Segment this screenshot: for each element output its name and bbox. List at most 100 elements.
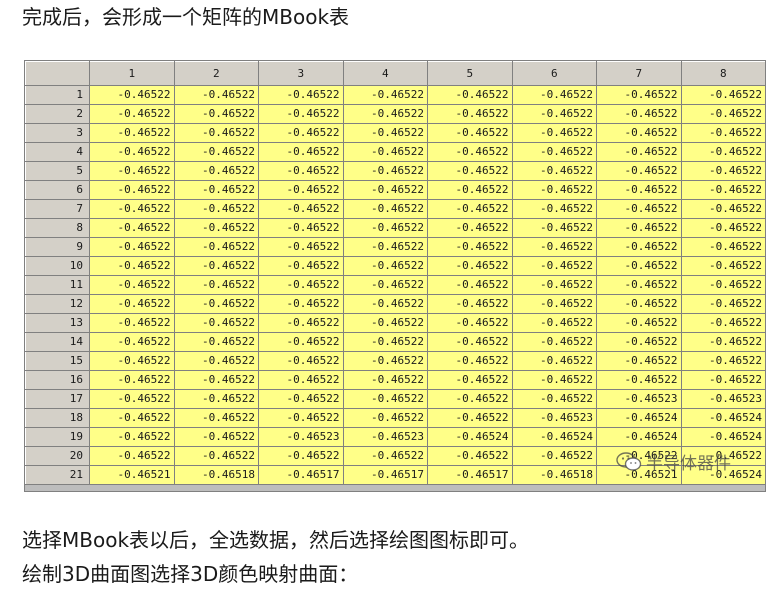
matrix-cell[interactable]: -0.46522: [596, 123, 682, 143]
matrix-cell[interactable]: -0.46522: [680, 218, 765, 238]
matrix-cell[interactable]: -0.46522: [427, 275, 513, 295]
matrix-cell[interactable]: -0.46522: [342, 199, 428, 219]
matrix-cell[interactable]: -0.46522: [427, 218, 513, 238]
matrix-cell[interactable]: -0.46522: [173, 256, 259, 276]
matrix-cell[interactable]: -0.46522: [427, 446, 513, 466]
matrix-cell[interactable]: -0.46522: [89, 123, 175, 143]
matrix-cell[interactable]: -0.46522: [596, 446, 682, 466]
matrix-cell[interactable]: -0.46522: [342, 389, 428, 409]
matrix-cell[interactable]: -0.46522: [173, 294, 259, 314]
matrix-cell[interactable]: -0.46517: [427, 465, 513, 485]
matrix-cell[interactable]: -0.46522: [89, 427, 175, 447]
matrix-cell[interactable]: -0.46522: [89, 161, 175, 181]
matrix-cell[interactable]: -0.46522: [511, 237, 597, 257]
column-header-8[interactable]: 8: [680, 61, 765, 86]
matrix-cell[interactable]: -0.46522: [173, 313, 259, 333]
matrix-cell[interactable]: -0.46522: [680, 332, 765, 352]
matrix-cell[interactable]: -0.46522: [596, 218, 682, 238]
matrix-cell[interactable]: -0.46522: [89, 389, 175, 409]
matrix-cell[interactable]: -0.46524: [427, 427, 513, 447]
matrix-cell[interactable]: -0.46517: [342, 465, 428, 485]
matrix-cell[interactable]: -0.46522: [173, 408, 259, 428]
matrix-cell[interactable]: -0.46522: [427, 161, 513, 181]
matrix-cell[interactable]: -0.46522: [258, 199, 344, 219]
matrix-cell[interactable]: -0.46521: [596, 465, 682, 485]
matrix-cell[interactable]: -0.46524: [511, 427, 597, 447]
matrix-cell[interactable]: -0.46522: [89, 370, 175, 390]
matrix-cell[interactable]: -0.46522: [511, 123, 597, 143]
matrix-cell[interactable]: -0.46522: [680, 237, 765, 257]
matrix-cell[interactable]: -0.46522: [258, 218, 344, 238]
matrix-cell[interactable]: -0.46522: [258, 275, 344, 295]
matrix-cell[interactable]: -0.46518: [511, 465, 597, 485]
matrix-cell[interactable]: -0.46522: [680, 313, 765, 333]
matrix-cell[interactable]: -0.46522: [258, 237, 344, 257]
matrix-cell[interactable]: -0.46522: [596, 85, 682, 105]
matrix-cell[interactable]: -0.46522: [511, 389, 597, 409]
matrix-cell[interactable]: -0.46522: [173, 237, 259, 257]
row-header[interactable]: 13: [25, 313, 90, 333]
matrix-cell[interactable]: -0.46522: [680, 161, 765, 181]
matrix-cell[interactable]: -0.46522: [511, 180, 597, 200]
matrix-cell[interactable]: -0.46523: [511, 408, 597, 428]
matrix-cell[interactable]: -0.46522: [342, 332, 428, 352]
row-header[interactable]: 10: [25, 256, 90, 276]
matrix-cell[interactable]: -0.46522: [342, 237, 428, 257]
matrix-cell[interactable]: -0.46522: [427, 351, 513, 371]
matrix-cell[interactable]: -0.46522: [596, 104, 682, 124]
matrix-cell[interactable]: -0.46522: [342, 180, 428, 200]
matrix-cell[interactable]: -0.46522: [258, 256, 344, 276]
matrix-cell[interactable]: -0.46522: [258, 123, 344, 143]
matrix-cell[interactable]: -0.46522: [173, 199, 259, 219]
row-header[interactable]: 6: [25, 180, 90, 200]
matrix-cell[interactable]: -0.46522: [258, 351, 344, 371]
matrix-cell[interactable]: -0.46522: [173, 161, 259, 181]
matrix-cell[interactable]: -0.46522: [342, 446, 428, 466]
matrix-cell[interactable]: -0.46522: [342, 85, 428, 105]
matrix-cell[interactable]: -0.46522: [89, 237, 175, 257]
matrix-cell[interactable]: -0.46522: [89, 142, 175, 162]
matrix-cell[interactable]: -0.46522: [427, 389, 513, 409]
matrix-cell[interactable]: -0.46522: [342, 313, 428, 333]
matrix-cell[interactable]: -0.46522: [680, 351, 765, 371]
row-header[interactable]: 7: [25, 199, 90, 219]
matrix-cell[interactable]: -0.46522: [258, 370, 344, 390]
matrix-cell[interactable]: -0.46522: [89, 199, 175, 219]
row-header[interactable]: 19: [25, 427, 90, 447]
matrix-cell[interactable]: -0.46524: [680, 408, 765, 428]
matrix-cell[interactable]: -0.46521: [89, 465, 175, 485]
matrix-cell[interactable]: -0.46522: [680, 142, 765, 162]
matrix-cell[interactable]: -0.46522: [89, 85, 175, 105]
matrix-cell[interactable]: -0.46522: [511, 446, 597, 466]
matrix-cell[interactable]: -0.46522: [173, 427, 259, 447]
matrix-cell[interactable]: -0.46522: [89, 256, 175, 276]
row-header[interactable]: 17: [25, 389, 90, 409]
matrix-cell[interactable]: -0.46522: [258, 142, 344, 162]
matrix-cell[interactable]: -0.46517: [258, 465, 344, 485]
matrix-cell[interactable]: -0.46522: [511, 104, 597, 124]
matrix-cell[interactable]: -0.46522: [89, 180, 175, 200]
matrix-cell[interactable]: -0.46522: [427, 294, 513, 314]
column-header-7[interactable]: 7: [596, 61, 682, 86]
matrix-cell[interactable]: -0.46522: [342, 123, 428, 143]
matrix-cell[interactable]: -0.46522: [511, 370, 597, 390]
matrix-cell[interactable]: -0.46522: [258, 446, 344, 466]
row-header[interactable]: 5: [25, 161, 90, 181]
matrix-cell[interactable]: -0.46522: [596, 332, 682, 352]
matrix-cell[interactable]: -0.46522: [258, 294, 344, 314]
matrix-cell[interactable]: -0.46522: [680, 85, 765, 105]
matrix-cell[interactable]: -0.46522: [89, 294, 175, 314]
matrix-cell[interactable]: -0.46522: [342, 161, 428, 181]
matrix-cell[interactable]: -0.46522: [342, 104, 428, 124]
matrix-cell[interactable]: -0.46522: [427, 313, 513, 333]
matrix-cell[interactable]: -0.46522: [258, 85, 344, 105]
matrix-cell[interactable]: -0.46522: [596, 199, 682, 219]
matrix-cell[interactable]: -0.46522: [596, 237, 682, 257]
matrix-cell[interactable]: -0.46522: [89, 446, 175, 466]
matrix-cell[interactable]: -0.46522: [89, 218, 175, 238]
matrix-cell[interactable]: -0.46524: [680, 465, 765, 485]
matrix-cell[interactable]: -0.46522: [173, 275, 259, 295]
matrix-cell[interactable]: -0.46522: [680, 180, 765, 200]
matrix-cell[interactable]: -0.46522: [511, 161, 597, 181]
matrix-cell[interactable]: -0.46522: [511, 218, 597, 238]
